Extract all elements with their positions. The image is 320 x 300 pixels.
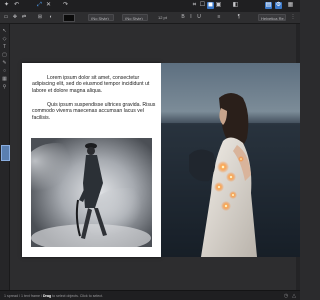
preview-icon[interactable]: ▤ [265, 2, 272, 9]
more-icon[interactable]: ▦ [287, 2, 294, 9]
flip-icon[interactable]: ⇄ [21, 14, 27, 20]
move-icon[interactable]: ✥ [12, 14, 18, 20]
smoke-figure-image [31, 138, 152, 247]
font-style-field[interactable]: (No Style) [122, 14, 148, 21]
fill-icon[interactable]: ◐ [48, 14, 54, 20]
history-icon[interactable]: ◷ [283, 293, 289, 299]
smoke-figure-photo[interactable] [31, 138, 152, 247]
shape-tool-icon[interactable]: ○ [2, 69, 7, 74]
undo-icon[interactable]: ↶ [13, 2, 20, 9]
dusk-portrait-image [161, 63, 300, 257]
italic-icon[interactable]: I [188, 14, 194, 20]
grid-icon[interactable]: ✕ [45, 2, 52, 9]
app-window: ✦ ↶ ⤢ ✕ ↷ ⌗ ☐ ◼ ▣ ◧ ▤ ⚙ ▦ ▭ ✥ ⇄ ⊞ ◐ (No … [0, 0, 300, 300]
view-mode-icon[interactable]: ◧ [232, 2, 239, 9]
transform-icon[interactable]: ⤢ [36, 2, 43, 9]
persona-icon[interactable]: ✦ [3, 2, 10, 9]
align-left-icon[interactable]: ≡ [216, 14, 222, 20]
dusk-portrait-photo[interactable] [161, 63, 300, 257]
page-thumbnail[interactable] [1, 145, 10, 161]
text-frame-icon[interactable]: ▭ [3, 14, 9, 20]
pen-tool-icon[interactable]: ✎ [2, 61, 7, 66]
frame-text-tool-icon[interactable]: T [2, 45, 7, 50]
bold-icon[interactable]: B [180, 14, 186, 20]
picture-frame-tool-icon[interactable]: ▢ [2, 53, 7, 58]
align-icon[interactable]: ☐ [199, 2, 206, 9]
font-size-field[interactable]: 12 pt [158, 14, 167, 21]
warning-icon[interactable]: △ [291, 293, 297, 299]
status-bar: 1 spread / 1 text frame / Drag to select… [0, 290, 300, 300]
zoom-tool-icon[interactable]: ⚲ [2, 85, 7, 90]
node-tool-icon[interactable]: ◇ [2, 37, 7, 42]
fill-color-swatch[interactable] [63, 14, 75, 22]
underline-icon[interactable]: U [196, 14, 202, 20]
move-tool-icon[interactable]: ↖ [2, 29, 7, 34]
font-family-field[interactable]: (No Style) [88, 14, 114, 21]
snap-icon[interactable]: ⌗ [191, 2, 198, 9]
body-paragraph-2[interactable]: Quis ipsum suspendisse ultrices gravida.… [32, 102, 160, 121]
status-suffix: to select objects. Click to select. [52, 294, 104, 298]
context-toolbar: ▭ ✥ ⇄ ⊞ ◐ (No Style) (No Style) 12 pt B … [0, 12, 300, 24]
body-paragraph-1[interactable]: Lorem ipsum dolor sit amet, consectetur … [32, 75, 160, 94]
share-icon[interactable]: ▣ [215, 2, 222, 9]
table-tool-icon[interactable]: ▦ [2, 77, 7, 82]
status-keyword: Drag [42, 294, 52, 298]
paragraph-icon[interactable]: ¶ [236, 14, 242, 20]
status-message: 1 spread / 1 text frame / Drag to select… [4, 293, 103, 299]
arrange-icon[interactable]: ◼ [207, 2, 214, 9]
status-prefix: 1 spread / 1 text frame / [4, 294, 42, 298]
settings-icon[interactable]: ⚙ [275, 2, 282, 9]
redo-icon[interactable]: ↷ [62, 2, 69, 9]
tools-panel: ↖ ◇ T ▢ ✎ ○ ▦ ⚲ [0, 24, 10, 290]
wrap-icon[interactable]: ⊞ [37, 14, 43, 20]
options-icon[interactable]: ⋮ [290, 14, 296, 20]
style-field[interactable]: Helvetica Re... [258, 14, 286, 21]
